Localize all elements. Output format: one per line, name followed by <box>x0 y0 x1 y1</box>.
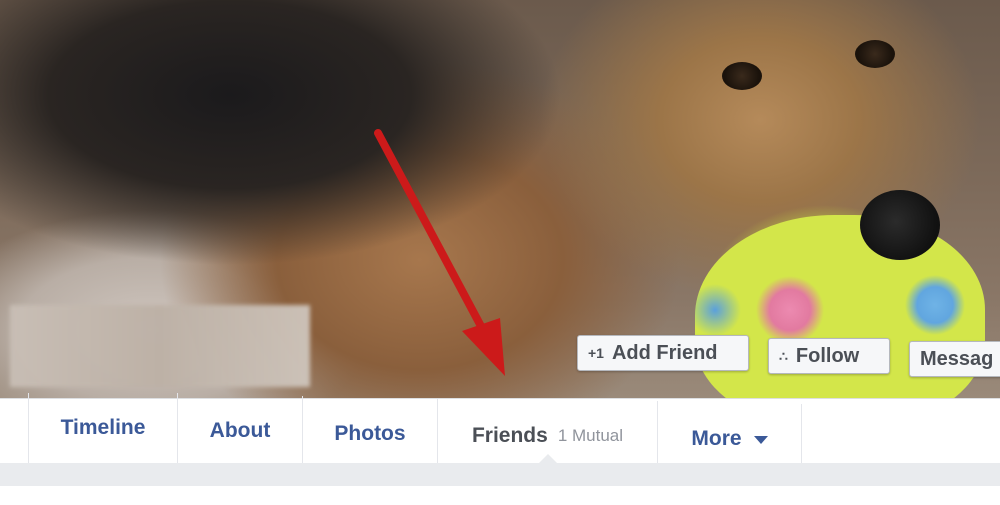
follow-label: Follow <box>795 344 860 367</box>
add-friend-button[interactable]: +1 Add Friend <box>577 335 749 371</box>
tab-label: Friends <box>471 424 548 447</box>
profile-tabs: Timeline About Photos Friends 1 Mutual M… <box>0 393 1000 474</box>
chevron-down-icon <box>753 436 768 444</box>
content-divider <box>0 463 1000 505</box>
tab-about[interactable]: About <box>178 396 303 466</box>
active-tab-indicator <box>537 454 559 465</box>
dog-eye <box>722 62 762 90</box>
dog-nose <box>860 190 940 260</box>
add-friend-label: Add Friend <box>611 341 718 364</box>
tab-photos[interactable]: Photos <box>303 399 438 469</box>
message-button[interactable]: Messag <box>909 341 1000 377</box>
message-label: Messag <box>920 347 994 370</box>
blurred-name-area <box>10 305 310 387</box>
tab-label: About <box>209 419 271 442</box>
dog-eye <box>855 40 895 68</box>
tab-label: Timeline <box>60 416 146 439</box>
tab-label: More <box>691 427 742 450</box>
add-friend-icon: +1 <box>588 345 604 361</box>
rss-icon: ∴ <box>779 347 788 364</box>
mutual-friends-count: 1 Mutual <box>557 426 624 445</box>
tab-timeline[interactable]: Timeline <box>28 393 178 463</box>
tab-label: Photos <box>334 422 406 445</box>
follow-button[interactable]: ∴ Follow <box>768 338 890 374</box>
